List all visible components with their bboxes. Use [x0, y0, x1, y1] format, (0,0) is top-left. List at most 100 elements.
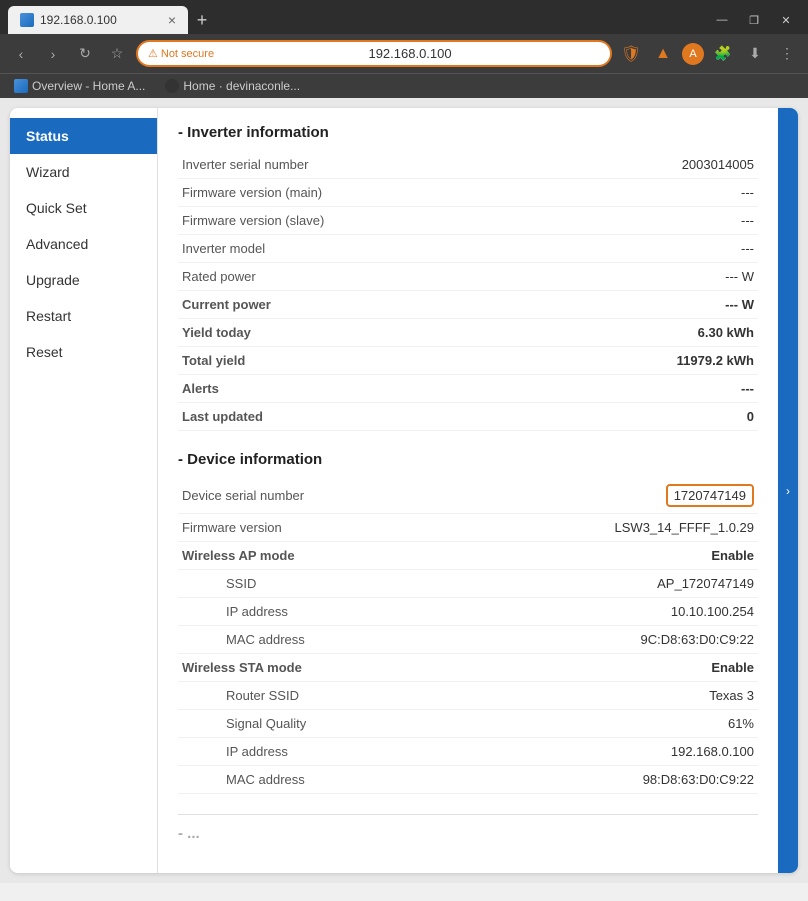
sidebar-item-reset[interactable]: Reset	[10, 334, 157, 370]
row-value: 0	[497, 403, 758, 431]
profile-icon[interactable]: A	[682, 43, 704, 65]
not-secure-indicator: ⚠ Not secure	[148, 47, 214, 60]
row-value: 2003014005	[497, 151, 758, 179]
row-label: Firmware version	[178, 514, 497, 542]
table-row-bold: Current power --- W	[178, 291, 758, 319]
bookmark-home-favicon	[14, 79, 28, 93]
device-section-title: - Device information	[178, 451, 758, 468]
sidebar-item-upgrade[interactable]: Upgrade	[10, 262, 157, 298]
table-row-ap-mode: Wireless AP mode Enable	[178, 542, 758, 570]
row-label: MAC address	[178, 766, 497, 794]
row-value: 10.10.100.254	[497, 598, 758, 626]
sidebar-item-status[interactable]: Status	[10, 118, 157, 154]
brave-rewards-icon[interactable]: ▲	[650, 41, 676, 67]
sidebar-item-restart[interactable]: Restart	[10, 298, 157, 334]
table-row-firmware: Firmware version LSW3_14_FFFF_1.0.29	[178, 514, 758, 542]
table-row-sta-ip: IP address 192.168.0.100	[178, 738, 758, 766]
downloads-icon[interactable]: ⬇	[742, 41, 768, 67]
main-panel: Status Wizard Quick Set Advanced Upgrade…	[10, 108, 798, 873]
row-value: ---	[497, 235, 758, 263]
row-value: ---	[497, 207, 758, 235]
table-row-sta-ssid: Router SSID Texas 3	[178, 682, 758, 710]
inverter-section-title: - Inverter information	[178, 124, 758, 141]
bookmark-github-label: Home · devinaconle...	[183, 79, 300, 93]
close-button[interactable]: ✕	[772, 11, 800, 29]
row-value: LSW3_14_FFFF_1.0.29	[497, 514, 758, 542]
row-value: 98:D8:63:D0:C9:22	[497, 766, 758, 794]
row-label: SSID	[178, 570, 497, 598]
browser-chrome: 192.168.0.100 × + — ❐ ✕ ‹ › ↻ ☆ ⚠ Not se…	[0, 0, 808, 98]
bookmark-github-favicon	[165, 79, 179, 93]
not-secure-label: Not secure	[161, 48, 214, 60]
row-label: Signal Quality	[178, 710, 497, 738]
browser-tab[interactable]: 192.168.0.100 ×	[8, 6, 188, 34]
row-value: --- W	[497, 263, 758, 291]
menu-icon[interactable]: ⋮	[774, 41, 800, 67]
table-row-bold: Last updated 0	[178, 403, 758, 431]
table-row: Inverter model ---	[178, 235, 758, 263]
bookmark-github[interactable]: Home · devinaconle...	[159, 77, 306, 95]
row-label: Alerts	[178, 375, 497, 403]
window-controls: — ❐ ✕	[708, 11, 800, 29]
back-button[interactable]: ‹	[8, 41, 34, 67]
bookmark-button[interactable]: ☆	[104, 41, 130, 67]
new-tab-button[interactable]: +	[188, 6, 216, 34]
extensions-icon[interactable]: 🧩	[710, 41, 736, 67]
table-row-sta-signal: Signal Quality 61%	[178, 710, 758, 738]
warning-icon: ⚠	[148, 47, 158, 60]
table-row-ap-ssid: SSID AP_1720747149	[178, 570, 758, 598]
row-label: Rated power	[178, 263, 497, 291]
browser-titlebar: 192.168.0.100 × + — ❐ ✕	[0, 0, 808, 34]
brave-shield-icon[interactable]: 🛡	[618, 41, 644, 67]
device-info-table: Device serial number 1720747149 Firmware…	[178, 478, 758, 794]
table-row: Inverter serial number 2003014005	[178, 151, 758, 179]
sidebar-item-advanced[interactable]: Advanced	[10, 226, 157, 262]
table-row-sta-mode: Wireless STA mode Enable	[178, 654, 758, 682]
row-value: AP_1720747149	[497, 570, 758, 598]
tab-favicon	[20, 13, 34, 27]
row-value-serial: 1720747149	[497, 478, 758, 514]
tab-close-button[interactable]: ×	[168, 12, 176, 28]
page-content: Status Wizard Quick Set Advanced Upgrade…	[0, 98, 808, 883]
url-text[interactable]: 192.168.0.100	[220, 46, 600, 61]
row-label: IP address	[178, 598, 497, 626]
table-row-ap-ip: IP address 10.10.100.254	[178, 598, 758, 626]
reload-button[interactable]: ↻	[72, 41, 98, 67]
row-value: Texas 3	[497, 682, 758, 710]
right-panel-toggle[interactable]: ›	[778, 108, 798, 873]
forward-button[interactable]: ›	[40, 41, 66, 67]
next-section-title-partial: - ...	[178, 825, 758, 842]
row-value: 9C:D8:63:D0:C9:22	[497, 626, 758, 654]
row-value: ---	[497, 179, 758, 207]
row-label: Yield today	[178, 319, 497, 347]
row-label: Current power	[178, 291, 497, 319]
row-label: MAC address	[178, 626, 497, 654]
row-label: Router SSID	[178, 682, 497, 710]
row-label: Device serial number	[178, 478, 497, 514]
row-value: Enable	[497, 542, 758, 570]
sidebar-item-wizard[interactable]: Wizard	[10, 154, 157, 190]
maximize-button[interactable]: ❐	[740, 11, 768, 29]
row-label: Wireless AP mode	[178, 542, 497, 570]
table-row-sta-mac: MAC address 98:D8:63:D0:C9:22	[178, 766, 758, 794]
bookmark-home-label: Overview - Home A...	[32, 79, 145, 93]
table-row: Firmware version (slave) ---	[178, 207, 758, 235]
row-value: 192.168.0.100	[497, 738, 758, 766]
inverter-info-table: Inverter serial number 2003014005 Firmwa…	[178, 151, 758, 431]
table-row: Firmware version (main) ---	[178, 179, 758, 207]
row-label: IP address	[178, 738, 497, 766]
table-row: Rated power --- W	[178, 263, 758, 291]
row-value: 6.30 kWh	[497, 319, 758, 347]
highlighted-serial: 1720747149	[666, 484, 754, 507]
bookmarks-bar: Overview - Home A... Home · devinaconle.…	[0, 73, 808, 98]
address-bar[interactable]: ⚠ Not secure 192.168.0.100	[136, 40, 612, 67]
minimize-button[interactable]: —	[708, 11, 736, 29]
row-label: Inverter serial number	[178, 151, 497, 179]
bookmark-home[interactable]: Overview - Home A...	[8, 77, 151, 95]
row-label: Firmware version (main)	[178, 179, 497, 207]
table-row-ap-mac: MAC address 9C:D8:63:D0:C9:22	[178, 626, 758, 654]
right-panel-arrow-icon: ›	[786, 484, 790, 498]
row-label: Last updated	[178, 403, 497, 431]
sidebar-item-quickset[interactable]: Quick Set	[10, 190, 157, 226]
table-row-bold: Alerts ---	[178, 375, 758, 403]
